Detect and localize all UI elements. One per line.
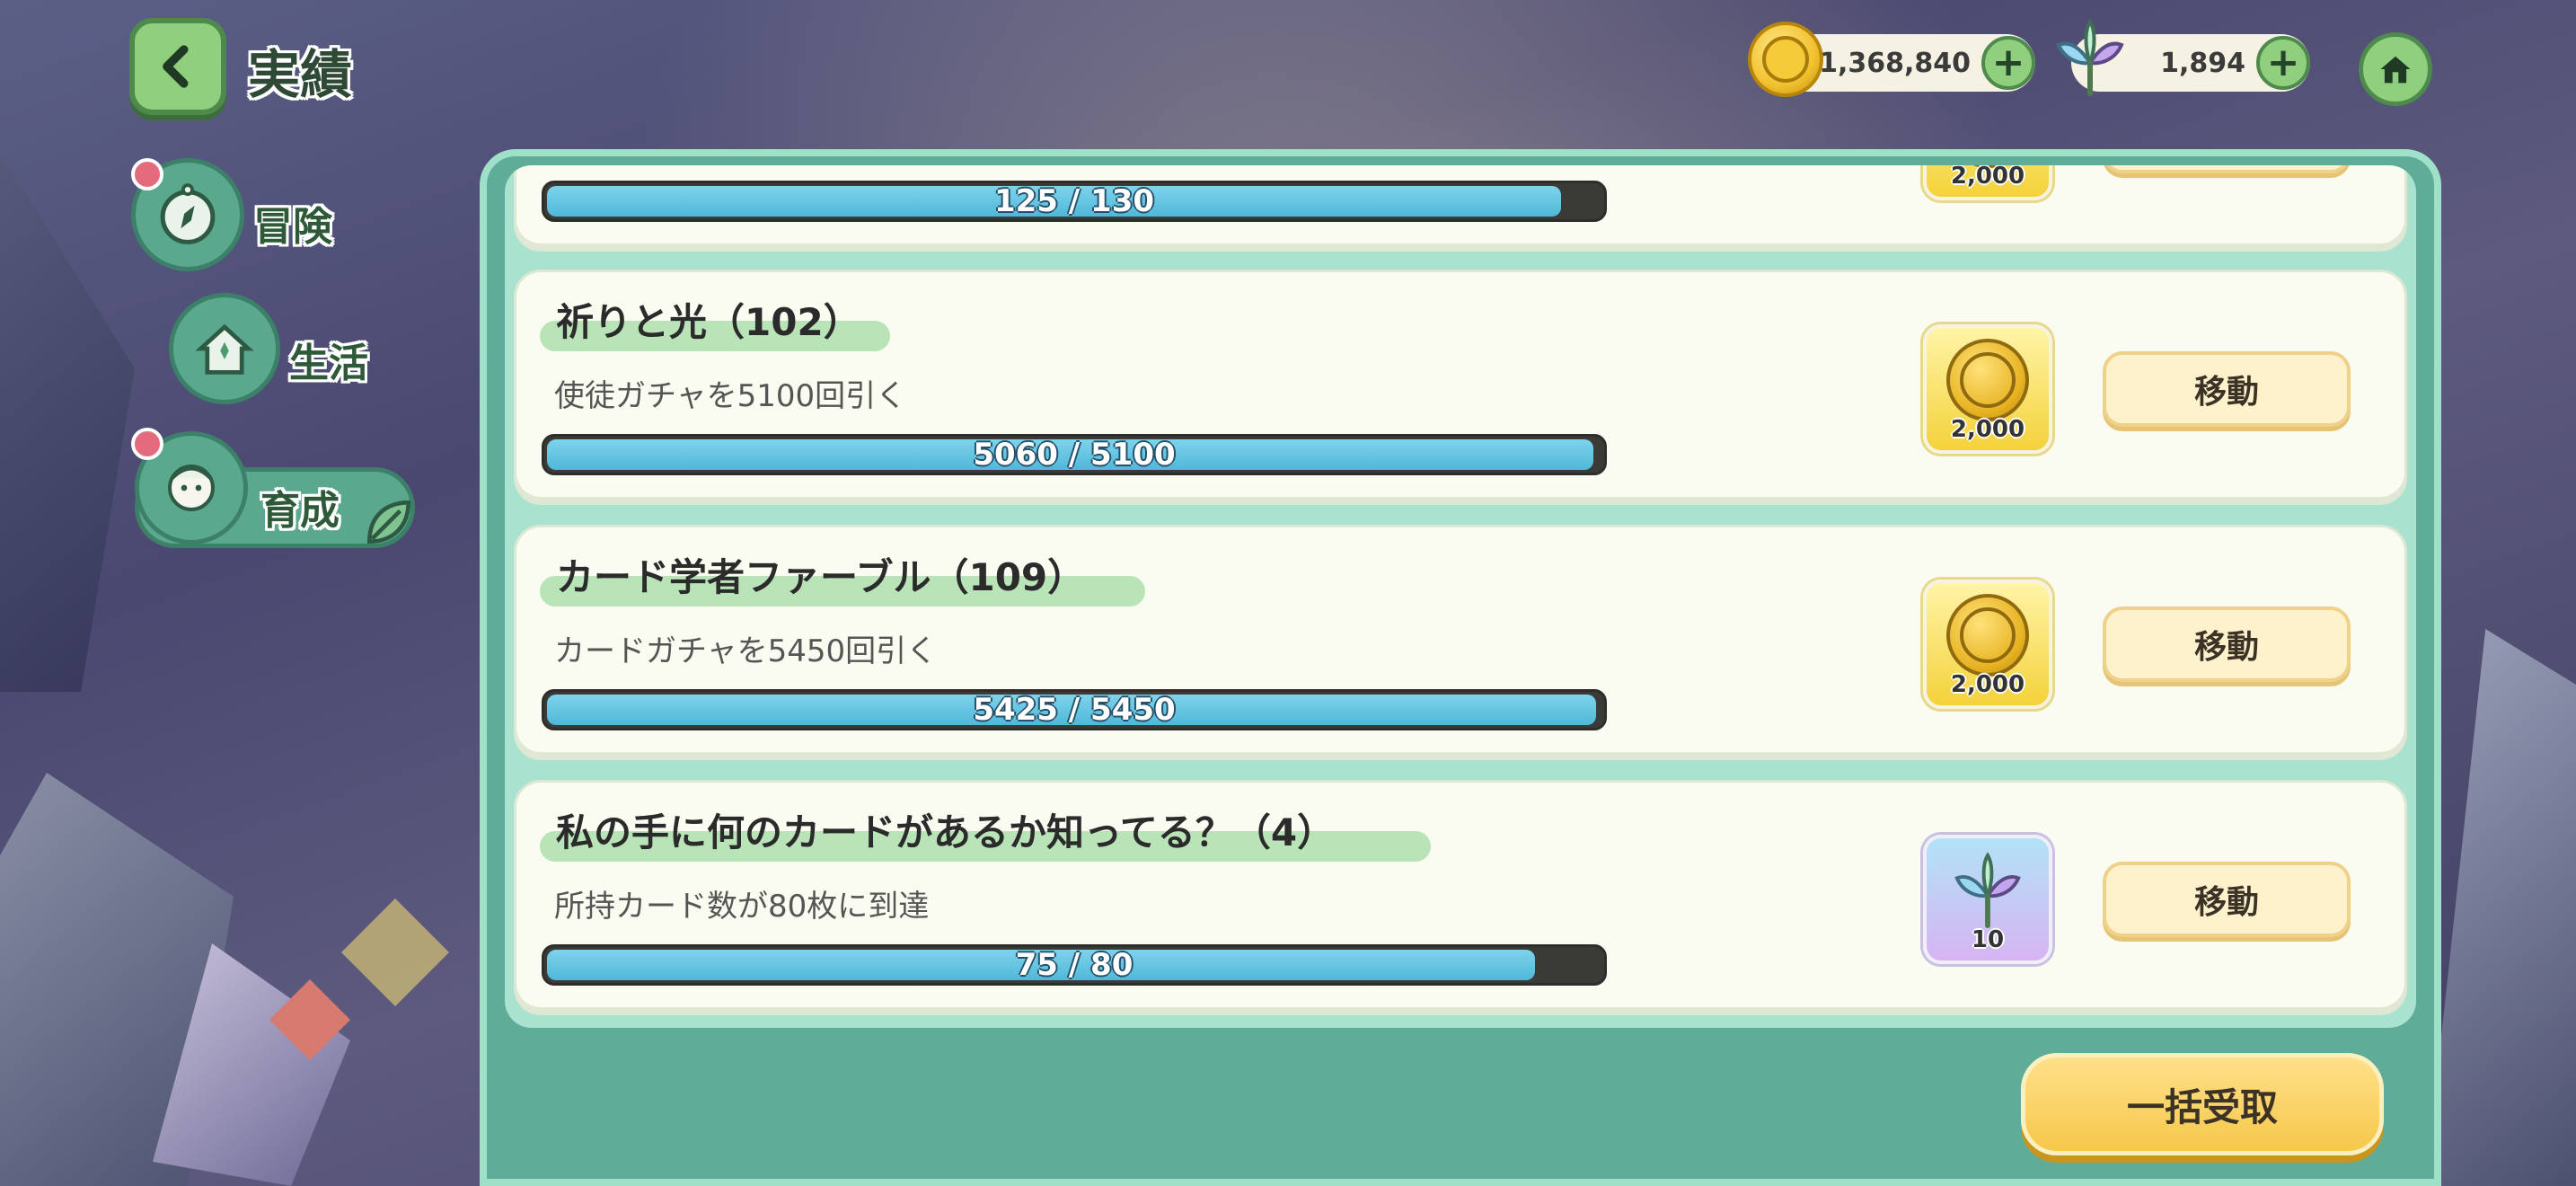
crystal-icon	[1954, 852, 2021, 929]
achievement-description: カードガチャを5450回引く	[554, 633, 938, 669]
achievement-description: 所持カード数が80枚に到達	[554, 889, 930, 925]
crystal-icon	[2056, 18, 2124, 96]
nav-label-training[interactable]: 育成	[260, 478, 340, 535]
home-icon	[2380, 56, 2411, 84]
go-button[interactable]: 移動	[2103, 606, 2351, 682]
coin-icon	[1748, 22, 1823, 97]
reward-amount: 2,000	[1950, 416, 2025, 443]
achievement-title: 私の手に何のカードがあるか知ってる？（4）	[556, 810, 1336, 854]
reward-amount: 10	[1971, 926, 2005, 953]
reward-coin: 2,000	[1923, 580, 2052, 709]
reward-crystal: 10	[1923, 835, 2052, 964]
add-coins-button[interactable]: +	[1981, 36, 2035, 90]
achievement-list[interactable]: 125 / 130 2,000 祈りと光（102） 使徒ガチャを5100回引く …	[514, 165, 2407, 1028]
go-button[interactable]: 移動	[2103, 351, 2351, 427]
add-crystals-button[interactable]: +	[2256, 36, 2310, 90]
achievement-card: カード学者ファーブル（109） カードガチャを5450回引く 5425 / 54…	[514, 525, 2407, 760]
house-icon	[195, 323, 254, 375]
progress-bar: 5425 / 5450	[542, 689, 1607, 730]
nav-label-adventure[interactable]: 冒険	[253, 194, 332, 252]
progress-bar: 75 / 80	[542, 944, 1607, 986]
leaf-icon	[366, 500, 411, 544]
page-title: 実績	[248, 44, 353, 105]
home-button[interactable]	[2359, 32, 2432, 106]
achievement-description: 使徒ガチャを5100回引く	[554, 378, 907, 414]
chevron-left-icon	[163, 45, 189, 88]
reward-amount: 2,000	[1950, 165, 2025, 190]
nav-item-life[interactable]	[169, 293, 280, 404]
character-icon	[168, 465, 215, 511]
coin-icon	[1946, 594, 2029, 677]
achievement-list-container: 125 / 130 2,000 祈りと光（102） 使徒ガチャを5100回引く …	[505, 165, 2416, 1028]
back-button[interactable]	[129, 18, 226, 115]
background-crystal	[2425, 629, 2576, 1186]
reward-coin: 2,000	[1923, 324, 2052, 454]
achievement-card: 125 / 130 2,000	[514, 165, 2407, 252]
compass-icon	[160, 183, 216, 244]
progress-text: 5425 / 5450	[973, 692, 1176, 728]
progress-text: 125 / 130	[993, 183, 1155, 219]
reward-amount: 2,000	[1950, 671, 2025, 698]
progress-text: 5060 / 5100	[973, 437, 1176, 473]
notification-badge	[131, 428, 163, 460]
achievement-title: 祈りと光（102）	[556, 300, 861, 344]
achievement-card: 祈りと光（102） 使徒ガチャを5100回引く 5060 / 5100 2,00…	[514, 270, 2407, 505]
go-button[interactable]	[2103, 165, 2351, 173]
achievement-title: カード学者ファーブル（109）	[556, 555, 1086, 599]
coin-icon	[1946, 339, 2029, 421]
achievement-card: 私の手に何のカードがあるか知ってる？（4） 所持カード数が80枚に到達 75 /…	[514, 780, 2407, 1015]
progress-bar: 125 / 130	[542, 181, 1607, 222]
claim-all-button[interactable]: 一括受取	[2021, 1053, 2384, 1155]
achievement-panel: 125 / 130 2,000 祈りと光（102） 使徒ガチャを5100回引く …	[480, 149, 2441, 1186]
notification-badge	[131, 158, 163, 190]
reward-coin: 2,000	[1923, 165, 2052, 200]
go-button[interactable]: 移動	[2103, 862, 2351, 937]
background-crystal	[341, 898, 449, 1006]
nav-label-life[interactable]: 生活	[289, 331, 368, 388]
background-crystal	[0, 153, 135, 692]
progress-text: 75 / 80	[1015, 947, 1134, 983]
progress-bar: 5060 / 5100	[542, 434, 1607, 475]
